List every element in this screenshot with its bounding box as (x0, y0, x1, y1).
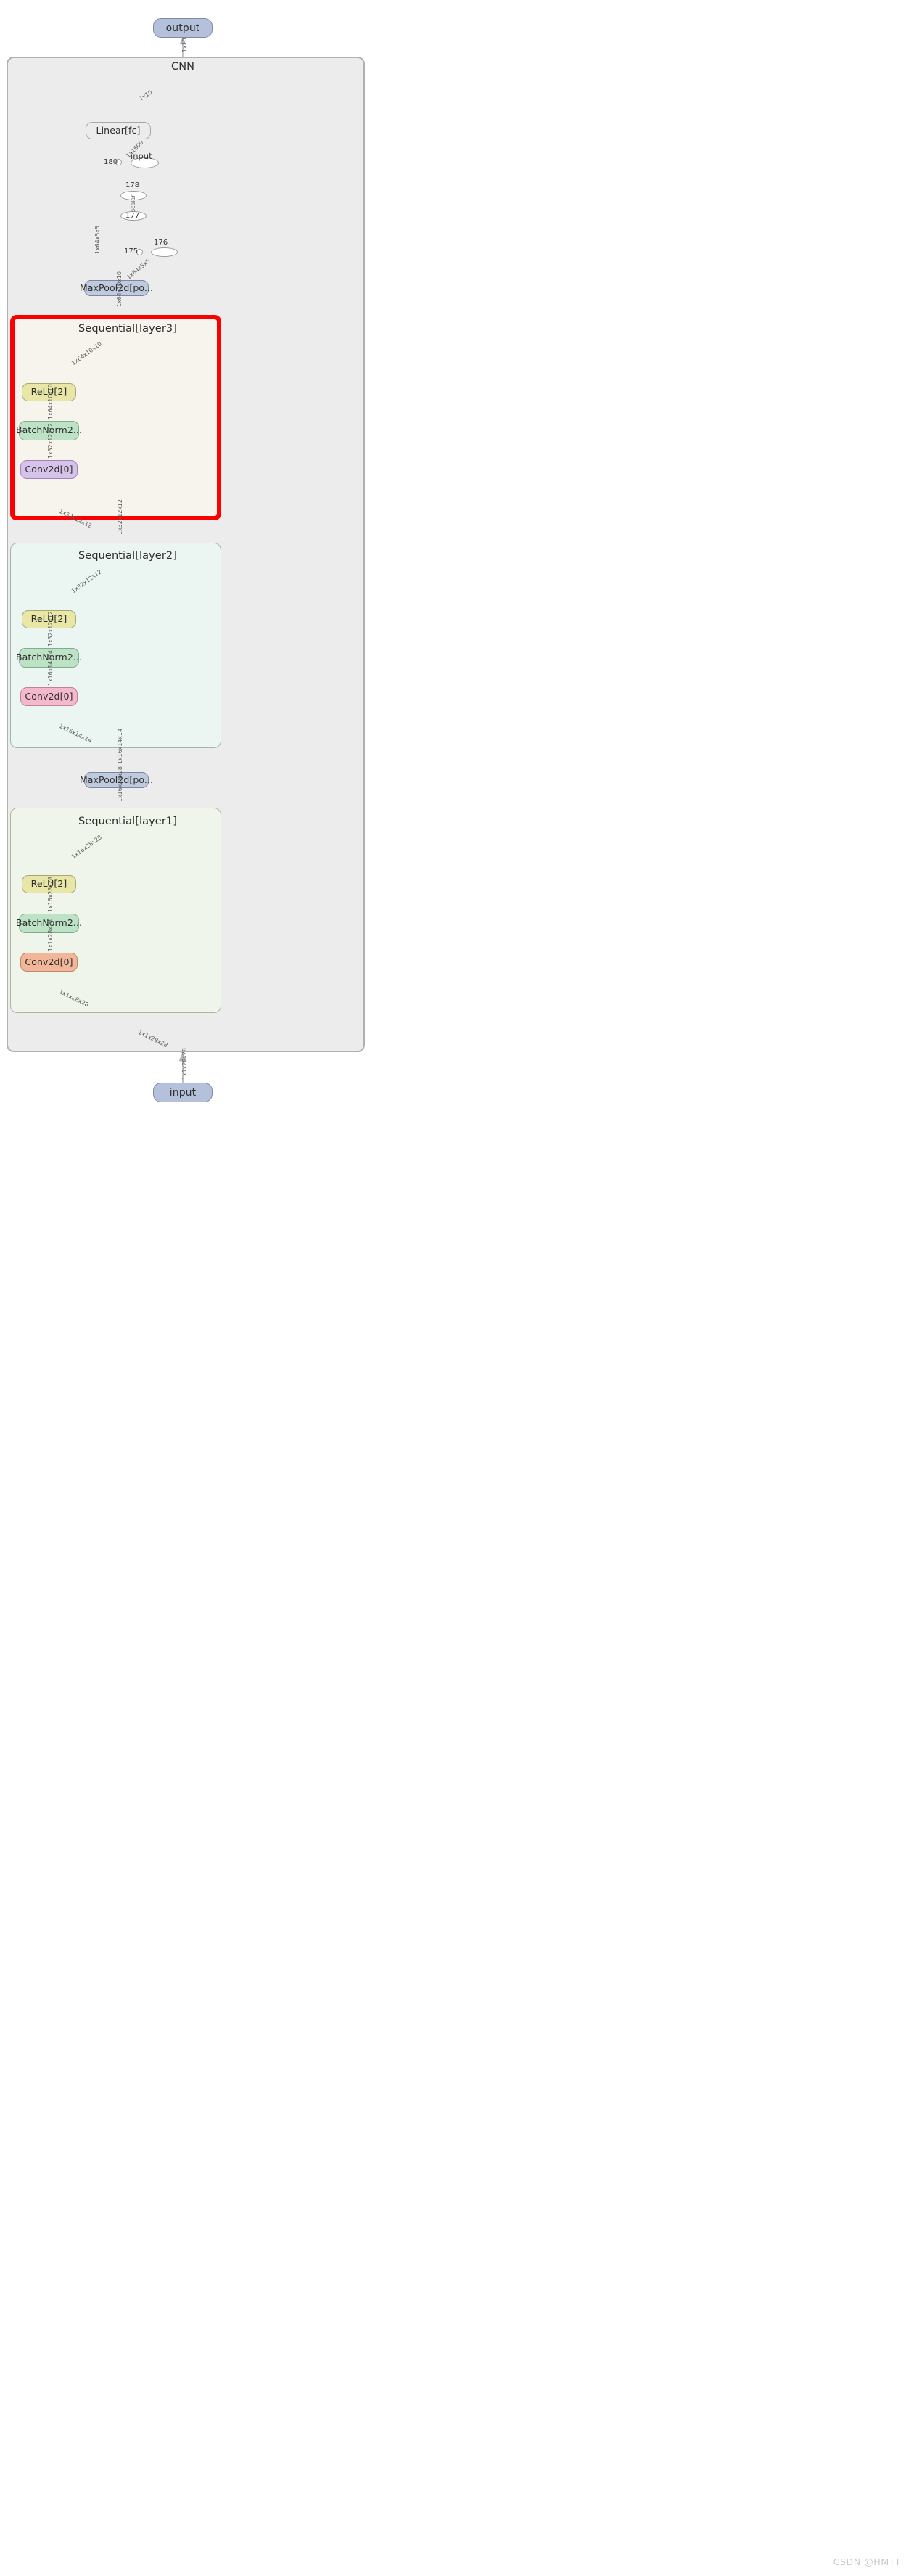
node-layer3-conv2d[interactable]: Conv2d[0] (20, 460, 78, 479)
cluster-layer3-label: Sequential[layer3] (78, 323, 177, 335)
cluster-layer3[interactable] (10, 315, 221, 520)
node-layer1-conv2d[interactable]: Conv2d[0] (20, 953, 78, 972)
edge-label-maxpool-mid-top: 1x16x14x14 (117, 729, 123, 764)
node-input[interactable]: input (153, 1083, 213, 1102)
op-node-176[interactable] (151, 247, 178, 257)
op-label-180: 180 (104, 158, 118, 166)
edge-label-layer3-bn-in: 1x64x10x10 (47, 384, 54, 419)
node-linear-fc[interactable]: Linear[fc] (86, 122, 151, 139)
op-label-177: 177 (125, 212, 140, 220)
edge-label-maxpool-mid-in: 1x16x28x28 (117, 766, 123, 802)
edge-label-out-to-cnn: 1x10 (181, 38, 188, 52)
edge-label-layer1-conv-in: 1x1x28x28 (47, 919, 54, 951)
cluster-layer2-label: Sequential[layer2] (78, 550, 177, 562)
edge-label-layer3-to-maxpool: 1x64x10x10 (116, 271, 123, 307)
node-output[interactable]: output (153, 18, 213, 38)
node-layer2-conv2d[interactable]: Conv2d[0] (20, 687, 78, 706)
edge-label-maxpool-to-input: 1x64x5x5 (94, 226, 101, 254)
edge-label-layer3-conv-in: 1x32x12x12 (47, 423, 54, 459)
op-label-175: 175 (124, 247, 139, 255)
cluster-layer1[interactable] (10, 808, 221, 1013)
edge-label-input-to-cnn: 1x1x28x28 (181, 1048, 188, 1080)
edge-label-scalar: scalar (130, 194, 136, 212)
op-label-178: 178 (125, 181, 140, 189)
op-label-176: 176 (154, 239, 168, 247)
graph-canvas: CNN Sequential[layer3] Sequential[layer2… (0, 0, 914, 2576)
watermark: CSDN @HMTT (833, 2556, 901, 2567)
cluster-layer1-label: Sequential[layer1] (78, 816, 177, 827)
cluster-cnn-label: CNN (171, 61, 195, 73)
edge-label-layer1-bn-in: 1x16x28x28 (47, 877, 54, 912)
edge-label-layer2-bn-in: 1x32x12x12 (47, 611, 54, 647)
edge-label-layer2-conv-in: 1x16x14x14 (47, 650, 54, 686)
edge-label-layer3-bottom: 1x32x12x12 (117, 499, 123, 535)
cluster-layer2[interactable] (10, 543, 221, 748)
